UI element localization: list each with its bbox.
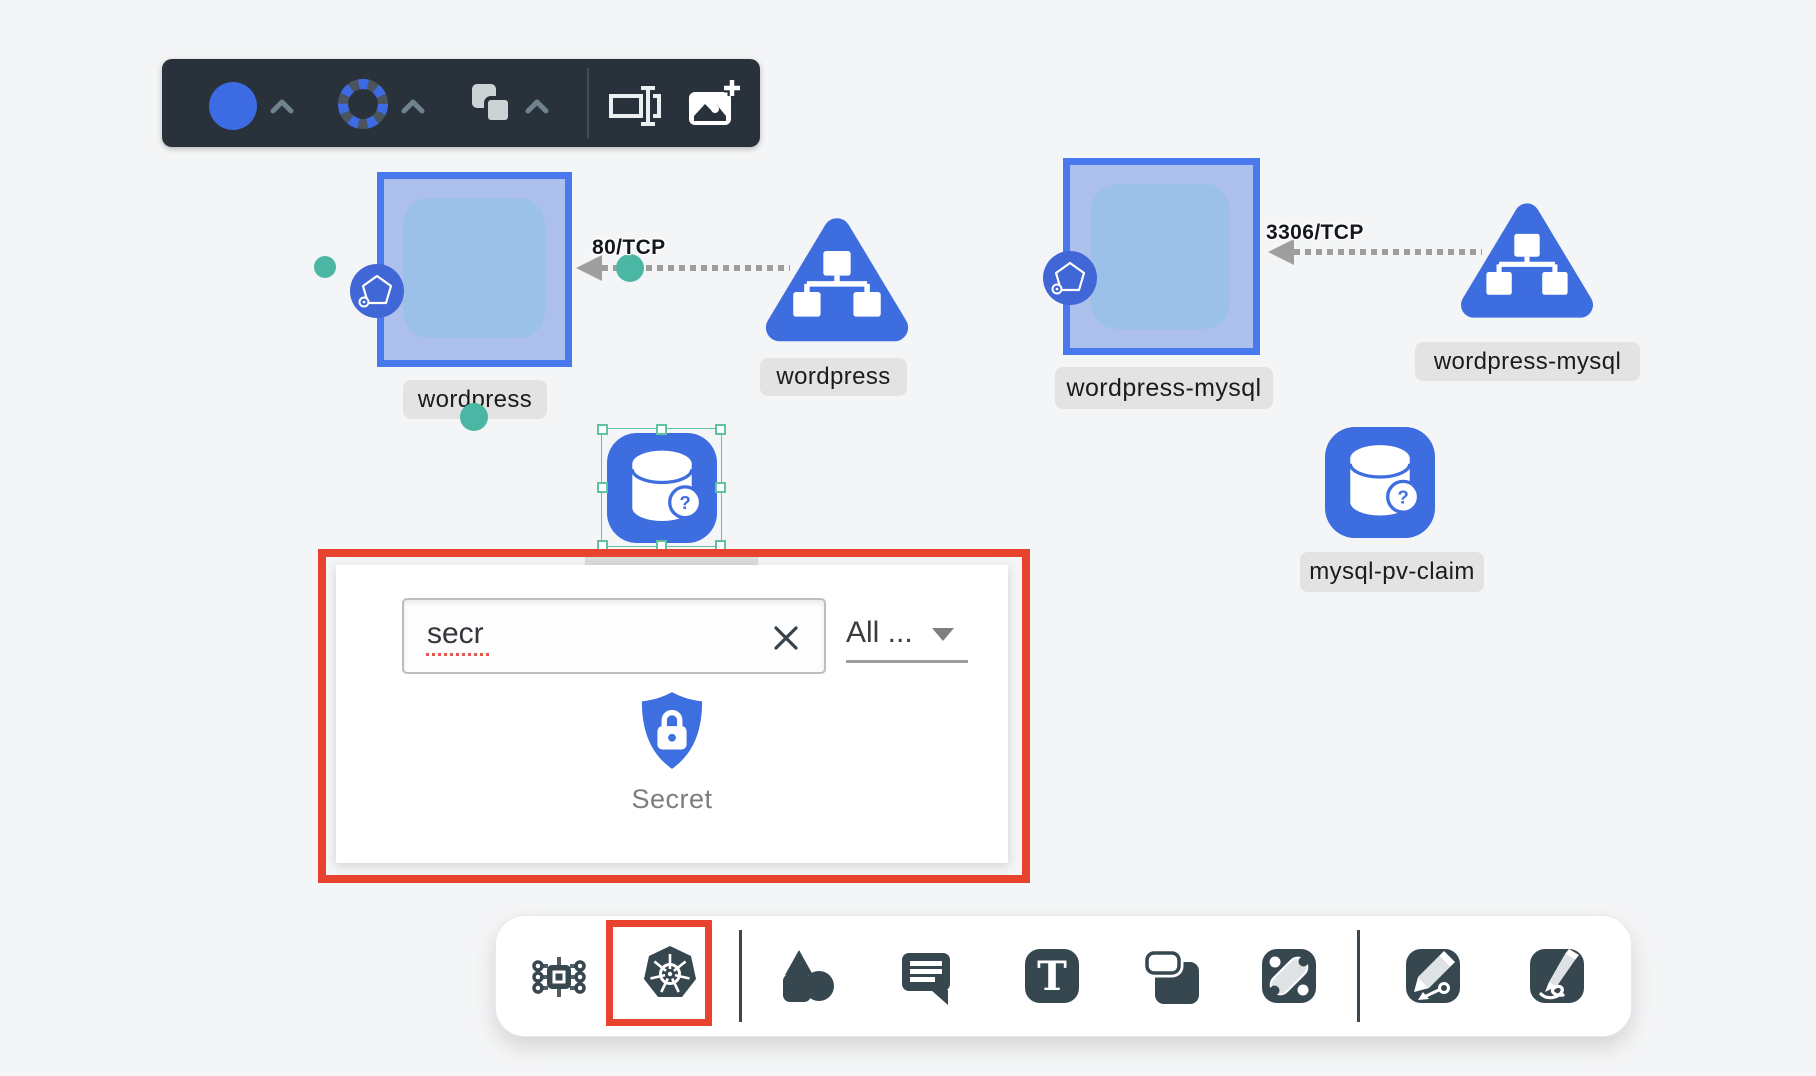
- duplicate-expand-chevron-icon[interactable]: [525, 99, 549, 119]
- label-text: wordpress-mysql: [1434, 348, 1621, 376]
- node-label-wordpress-service[interactable]: wordpress: [760, 358, 907, 396]
- node-wordpress-service[interactable]: [765, 210, 909, 349]
- duplicate-shape-icon[interactable]: [470, 82, 514, 131]
- tool-palette: T: [495, 915, 1632, 1037]
- result-secret[interactable]: Secret: [572, 690, 772, 850]
- connection-point-dot[interactable]: [460, 403, 488, 431]
- toolbar-divider: [587, 68, 589, 138]
- pod-icon: [349, 263, 405, 324]
- persistent-volume-claim-icon: ?: [1325, 427, 1435, 538]
- result-label: Secret: [631, 784, 712, 815]
- svg-text:?: ?: [1397, 486, 1408, 507]
- search-input[interactable]: secr: [402, 598, 826, 674]
- infra-diagram-tool-icon[interactable]: [530, 948, 586, 1004]
- edge-port-label: 3306/TCP: [1266, 221, 1364, 245]
- label-text: mysql-pv-claim: [1309, 558, 1475, 586]
- selection-handle[interactable]: [656, 540, 667, 551]
- shapes-tool-icon[interactable]: [777, 948, 833, 1004]
- edge-wordpress-mysql[interactable]: [1294, 249, 1482, 255]
- kind-filter-dropdown[interactable]: All ...: [846, 616, 913, 650]
- selection-handle[interactable]: [597, 424, 608, 435]
- canvas[interactable]: wordpress 80/TCP wordpress wordpress-mys…: [0, 0, 1816, 1076]
- node-label-mysql-pv-claim[interactable]: mysql-pv-claim: [1300, 552, 1484, 592]
- selection-handle[interactable]: [715, 424, 726, 435]
- stroke-style-ring-icon[interactable]: [335, 76, 391, 137]
- toolbar-divider: [739, 930, 742, 1022]
- text-tool-icon[interactable]: T: [1024, 948, 1080, 1004]
- insert-image-icon[interactable]: [685, 78, 743, 137]
- fill-color-swatch[interactable]: [209, 82, 257, 130]
- secret-shield-icon: [638, 690, 706, 772]
- selection-handle[interactable]: [715, 482, 726, 493]
- wordpress-deployment-inner-shape: [403, 198, 545, 338]
- node-label-wordpress-mysql-service[interactable]: wordpress-mysql: [1415, 342, 1640, 381]
- wordpress-mysql-deployment-inner-shape: [1091, 184, 1230, 329]
- comment-tool-icon[interactable]: [898, 948, 954, 1004]
- label-text: wordpress-mysql: [1067, 374, 1262, 403]
- toolbar-divider: [1357, 930, 1360, 1022]
- rename-shape-icon[interactable]: [608, 84, 662, 133]
- style-toolbar: [162, 59, 760, 147]
- kubernetes-tool-icon[interactable]: [641, 944, 697, 1000]
- resource-picker-panel: secr All ... Secret: [336, 565, 1008, 863]
- stroke-expand-chevron-icon[interactable]: [401, 99, 425, 119]
- dropdown-caret-icon[interactable]: [932, 628, 954, 641]
- pen-tool-icon[interactable]: [1405, 948, 1461, 1004]
- edge-port-label: 80/TCP: [592, 236, 666, 260]
- pod-icon: [1042, 250, 1098, 311]
- selection-handle[interactable]: [597, 540, 608, 551]
- fill-expand-chevron-icon[interactable]: [270, 99, 294, 119]
- node-mysql-pv-claim[interactable]: ?: [1325, 427, 1435, 538]
- selection-handle[interactable]: [597, 482, 608, 493]
- node-wordpress-mysql-service[interactable]: [1461, 192, 1593, 329]
- label-text: wordpress: [776, 363, 890, 391]
- selection-handle[interactable]: [715, 540, 726, 551]
- selection-box: [602, 429, 721, 546]
- search-query-text: secr: [426, 617, 489, 656]
- node-label-wordpress-mysql-deployment[interactable]: wordpress-mysql: [1055, 367, 1273, 409]
- dropdown-underline: [846, 660, 968, 663]
- connector-tool-icon[interactable]: [1261, 948, 1317, 1004]
- highlighter-tool-icon[interactable]: [1529, 948, 1585, 1004]
- svg-text:T: T: [1037, 953, 1067, 1000]
- selection-handle[interactable]: [656, 424, 667, 435]
- frame-tool-icon[interactable]: [1143, 948, 1199, 1004]
- connection-point-dot[interactable]: [314, 256, 336, 278]
- clear-search-icon[interactable]: [772, 624, 800, 652]
